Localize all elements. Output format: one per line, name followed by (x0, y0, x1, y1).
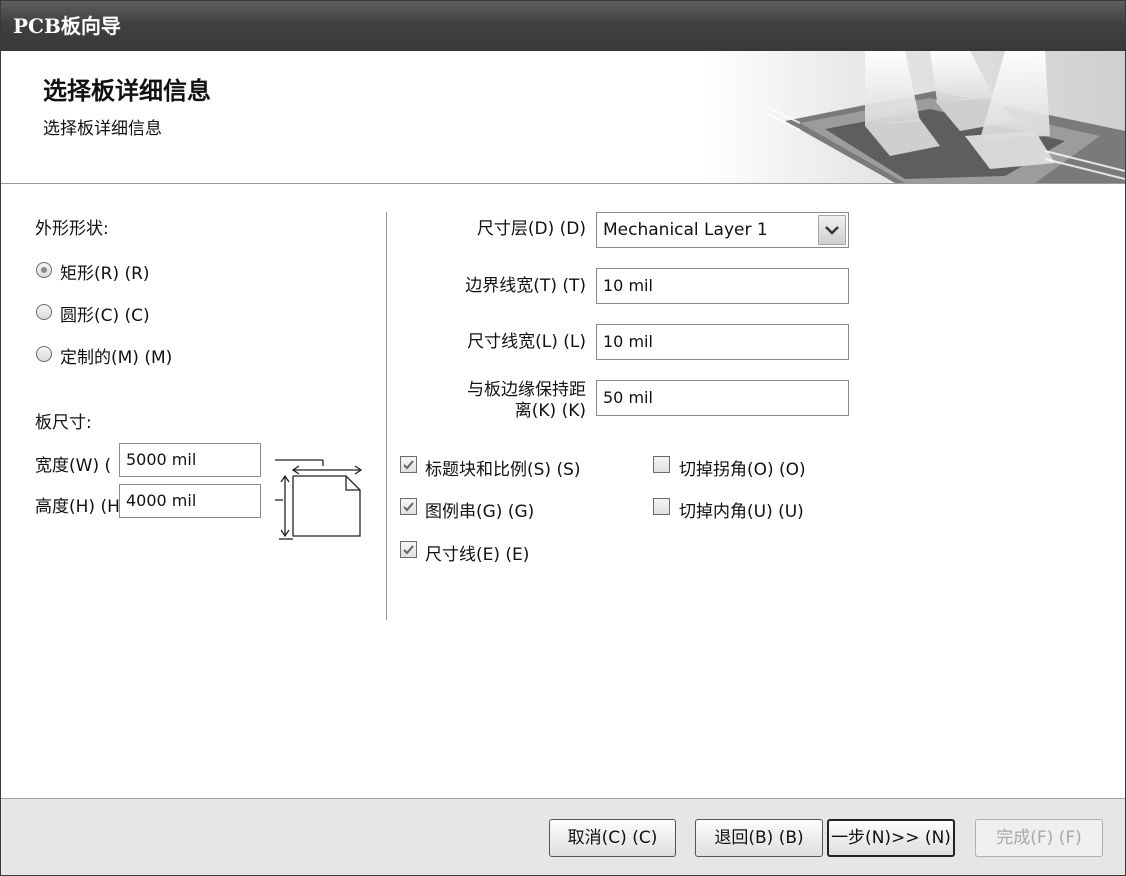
keep-out-label: 与板边缘保持距 离(K) (K) (401, 380, 586, 422)
dimension-layer-select[interactable]: Mechanical Layer 1 (596, 212, 849, 248)
dimension-line-width-input[interactable]: 10 mil (596, 324, 849, 360)
finish-button[interactable]: 完成(F) (F) (975, 819, 1103, 857)
dimension-layer-label: 尺寸层(D) (D) (476, 219, 586, 239)
radio-label[interactable]: 矩形(R) (R) (60, 259, 150, 284)
dimension-lines-checkbox[interactable] (400, 541, 417, 558)
radio-button[interactable] (36, 304, 52, 320)
radio-button[interactable] (36, 262, 52, 278)
next-button[interactable]: 一步(N)>> (N) (827, 819, 955, 857)
height-label: 高度(H) (H (35, 497, 119, 517)
chevron-down-icon (825, 226, 839, 235)
border-width-input[interactable]: 10 mil (596, 268, 849, 304)
dimension-line-width-label: 尺寸线宽(L) (L) (467, 332, 586, 352)
title-block-checkbox[interactable] (400, 456, 417, 473)
dimension-layer-value: Mechanical Layer 1 (603, 220, 768, 240)
keep-out-label-line1: 与板边缘保持距 (467, 380, 586, 400)
dropdown-button[interactable] (818, 215, 846, 245)
keep-out-label-line2: 离(K) (K) (514, 401, 586, 421)
page-subtitle: 选择板详细信息 (43, 119, 162, 139)
checkmark-icon (403, 502, 414, 512)
width-label: 宽度(W) ( (35, 456, 112, 476)
dimension-lines-label[interactable]: 尺寸线(E) (E) (425, 540, 529, 565)
keep-out-distance-input[interactable]: 50 mil (596, 380, 849, 416)
legend-string-checkbox[interactable] (400, 498, 417, 515)
shape-label: 外形形状: (35, 219, 109, 239)
back-button[interactable]: 退回(B) (B) (695, 819, 823, 857)
checkmark-icon (403, 460, 414, 470)
corner-cutoff-label[interactable]: 切掉拐角(O) (O) (679, 455, 806, 480)
legend-string-label[interactable]: 图例串(G) (G) (425, 497, 534, 522)
width-input[interactable]: 5000 mil (119, 443, 261, 477)
wizard-header: 选择板详细信息 选择板详细信息 (1, 51, 1125, 184)
page-title: 选择板详细信息 (43, 77, 211, 105)
title-block-label[interactable]: 标题块和比例(S) (S) (425, 455, 581, 480)
radio-label[interactable]: 圆形(C) (C) (60, 301, 150, 326)
inner-cutoff-checkbox[interactable] (653, 498, 670, 515)
pcb-wizard-window: PCB板向导 选择板详细信息 选择板详细信息 外形形状: 矩形(R) (R) 圆… (0, 0, 1126, 876)
radio-button[interactable] (36, 346, 52, 362)
wizard-body: 外形形状: 矩形(R) (R) 圆形(C) (C) 定制的(M) (M) 板尺寸… (1, 184, 1125, 798)
checkmark-icon (403, 545, 414, 555)
window-title: PCB板向导 (1, 1, 1125, 51)
height-input[interactable]: 4000 mil (119, 484, 261, 518)
board-size-diagram-icon (275, 459, 363, 540)
board-size-label: 板尺寸: (35, 413, 92, 433)
border-width-label: 边界线宽(T) (T) (465, 276, 586, 296)
radio-label[interactable]: 定制的(M) (M) (60, 343, 172, 368)
column-divider (386, 212, 387, 620)
corner-cutoff-checkbox[interactable] (653, 456, 670, 473)
cancel-button[interactable]: 取消(C) (C) (549, 819, 676, 857)
inner-cutoff-label[interactable]: 切掉内角(U) (U) (679, 497, 804, 522)
pcb-banner-image (705, 51, 1125, 183)
wizard-footer: 取消(C) (C) 退回(B) (B) 一步(N)>> (N) 完成(F) (F… (1, 798, 1125, 875)
